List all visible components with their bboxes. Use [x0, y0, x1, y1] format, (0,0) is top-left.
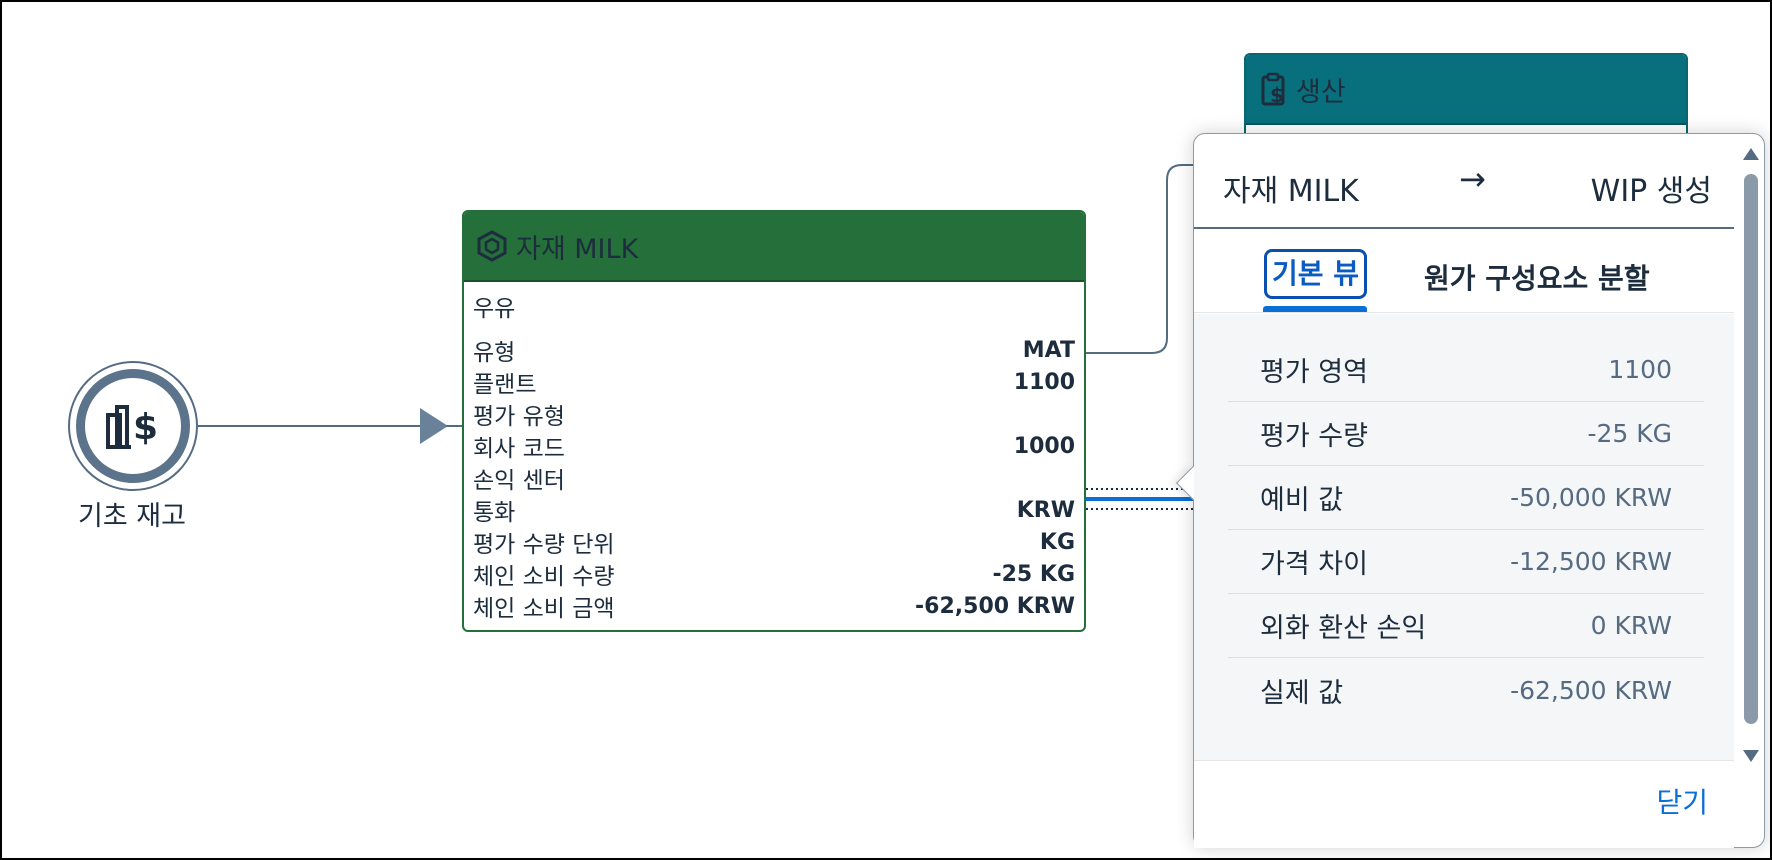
- flow-canvas: $ 기초 재고 자재 MILK 우유 유형 MAT 플랜트 1100 평가 유형: [0, 0, 1772, 860]
- tab-basic-view[interactable]: 기본 뷰: [1264, 249, 1368, 299]
- value-label: 외화 환산 손익: [1260, 613, 1427, 644]
- attribute-label: 통화: [473, 500, 516, 526]
- attribute-row: 플랜트 1100: [473, 366, 1075, 399]
- attribute-value: MAT: [1022, 337, 1075, 363]
- close-button[interactable]: 닫기: [1656, 781, 1708, 821]
- value-amount: 0 KRW: [1590, 611, 1672, 640]
- value-amount: -50,000 KRW: [1510, 483, 1672, 512]
- attribute-value: KRW: [1016, 497, 1075, 523]
- material-card-body: 우유 유형 MAT 플랜트 1100 평가 유형 회사 코드 1000 손익 센…: [464, 282, 1084, 622]
- attribute-label: 체인 소비 수량: [473, 564, 615, 590]
- value-label: 평가 수량: [1260, 421, 1368, 452]
- clipboard-dollar-icon: $: [1261, 72, 1285, 106]
- value-amount: -25 KG: [1587, 419, 1672, 448]
- connection-popover: 자재 MILK → WIP 생성 기본 뷰 원가 구성요소 분할 평가 영역 1…: [1176, 133, 1765, 848]
- material-card-subtitle: 우유: [473, 296, 516, 322]
- attribute-label: 손익 센터: [473, 468, 565, 494]
- attribute-row: 회사 코드 1000: [473, 430, 1075, 463]
- card-to-production-line: [1086, 164, 1197, 354]
- attribute-row: 유형 MAT: [473, 334, 1075, 367]
- material-card[interactable]: 자재 MILK 우유 유형 MAT 플랜트 1100 평가 유형 회사 코드 1…: [462, 210, 1086, 632]
- value-label: 실제 값: [1260, 677, 1344, 709]
- value-amount: -62,500 KRW: [1510, 675, 1672, 705]
- attribute-row: 통화 KRW: [473, 494, 1075, 527]
- popover-source-title: 자재 MILK: [1223, 174, 1359, 209]
- attribute-row: 손익 센터: [473, 462, 1075, 494]
- production-card[interactable]: $ 생산: [1244, 53, 1688, 143]
- attribute-value: -25 KG: [992, 561, 1075, 587]
- value-row: 평가 영역 1100: [1228, 338, 1704, 402]
- value-row: 외화 환산 손익 0 KRW: [1228, 594, 1704, 658]
- material-card-title: 자재 MILK: [516, 233, 639, 265]
- attribute-label: 유형: [473, 340, 516, 366]
- material-card-header: 자재 MILK: [464, 212, 1084, 282]
- attribute-row: 체인 소비 수량 -25 KG: [473, 558, 1075, 591]
- attribute-value: 1000: [1013, 433, 1075, 459]
- value-row: 예비 값 -50,000 KRW: [1228, 466, 1704, 530]
- attribute-value: 1100: [1013, 369, 1075, 395]
- svg-text:$: $: [133, 407, 158, 448]
- value-list: 평가 영역 1100 평가 수량 -25 KG 예비 값 -50,000 KRW…: [1228, 338, 1704, 722]
- popover-header: 자재 MILK → WIP 생성: [1194, 134, 1734, 229]
- attribute-row: 평가 수량 단위 KG: [473, 526, 1075, 559]
- tab-selected-indicator: [1263, 306, 1367, 312]
- value-label: 예비 값: [1260, 485, 1344, 516]
- tab-cost-component-split[interactable]: 원가 구성요소 분할: [1424, 257, 1650, 297]
- value-amount: -12,500 KRW: [1510, 547, 1672, 576]
- start-node-label: 기초 재고: [78, 501, 186, 532]
- building-dollar-icon: $: [106, 405, 158, 449]
- attribute-label: 평가 수량 단위: [473, 532, 615, 558]
- value-amount: 1100: [1608, 355, 1672, 384]
- value-label: 평가 영역: [1260, 357, 1368, 388]
- popover-scrollbar[interactable]: [1739, 146, 1761, 766]
- attribute-label: 체인 소비 금액: [473, 596, 615, 622]
- popover-target-title: WIP 생성: [1590, 174, 1712, 209]
- value-row: 가격 차이 -12,500 KRW: [1228, 530, 1704, 594]
- start-node[interactable]: $: [68, 361, 198, 491]
- attribute-label: 플랜트: [473, 372, 537, 398]
- attribute-row: 체인 소비 금액 -62,500 KRW: [473, 590, 1075, 623]
- popover-content: 평가 영역 1100 평가 수량 -25 KG 예비 값 -50,000 KRW…: [1194, 314, 1734, 760]
- attribute-row: 평가 유형: [473, 398, 1075, 430]
- popover-tabbar: 기본 뷰 원가 구성요소 분할: [1194, 229, 1734, 313]
- popover-footer: 닫기: [1194, 760, 1734, 848]
- production-card-header: $ 생산: [1246, 55, 1686, 125]
- arrow-right-icon: →: [1459, 160, 1486, 198]
- attribute-label: 회사 코드: [473, 436, 565, 462]
- svg-text:$: $: [1270, 83, 1284, 106]
- material-cube-icon: [477, 230, 507, 262]
- attribute-value: KG: [1039, 529, 1075, 555]
- scrollbar-thumb[interactable]: [1744, 174, 1758, 724]
- production-card-title: 생산: [1296, 76, 1346, 108]
- value-label: 가격 차이: [1260, 549, 1368, 580]
- attribute-label: 평가 유형: [473, 404, 565, 430]
- attribute-value: -62,500 KRW: [915, 593, 1075, 619]
- start-node-ring: $: [76, 369, 190, 483]
- scroll-down-arrow-icon[interactable]: [1743, 750, 1759, 762]
- connector-arrowhead: [420, 408, 448, 444]
- scroll-up-arrow-icon[interactable]: [1743, 148, 1759, 160]
- value-row: 평가 수량 -25 KG: [1228, 402, 1704, 466]
- value-row: 실제 값 -62,500 KRW: [1228, 658, 1704, 722]
